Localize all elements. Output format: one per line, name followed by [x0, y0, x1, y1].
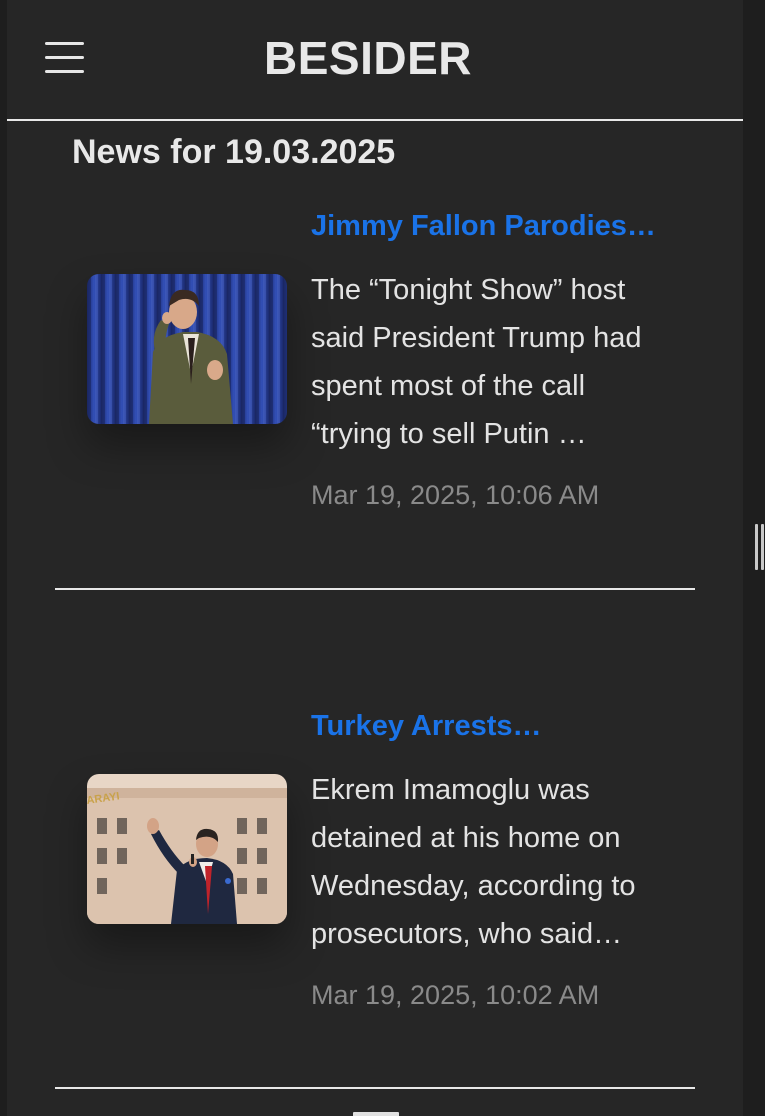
article-divider	[55, 1087, 695, 1089]
article-divider	[55, 588, 695, 590]
site-logo[interactable]: BESIDER	[0, 30, 736, 86]
rally-photo-image: ARAYI	[87, 774, 287, 924]
browser-frame: BESIDER News for 19.03.2025 Jimmy Fallon…	[0, 0, 765, 1116]
site-header: BESIDER	[7, 0, 743, 121]
header-divider	[7, 119, 743, 121]
article-date: Mar 19, 2025, 10:06 AM	[311, 480, 600, 510]
article-description: The “Tonight Show” host said President T…	[311, 274, 642, 450]
article-thumbnail[interactable]	[87, 274, 287, 424]
article-title-link[interactable]: Jimmy Fallon Parodies…	[311, 208, 671, 244]
page: BESIDER News for 19.03.2025 Jimmy Fallon…	[7, 0, 743, 1116]
article-description: Ekrem Imamoglu was detained at his home …	[311, 774, 636, 950]
article-thumbnail[interactable]: ARAYI	[87, 774, 287, 924]
next-article-peek	[353, 1112, 399, 1116]
article-date: Mar 19, 2025, 10:02 AM	[311, 980, 600, 1010]
article-title-link[interactable]: Turkey Arrests…	[311, 708, 671, 744]
stage-photo-image	[87, 274, 287, 424]
page-title: News for 19.03.2025	[72, 133, 396, 171]
resize-handle[interactable]	[755, 524, 764, 570]
